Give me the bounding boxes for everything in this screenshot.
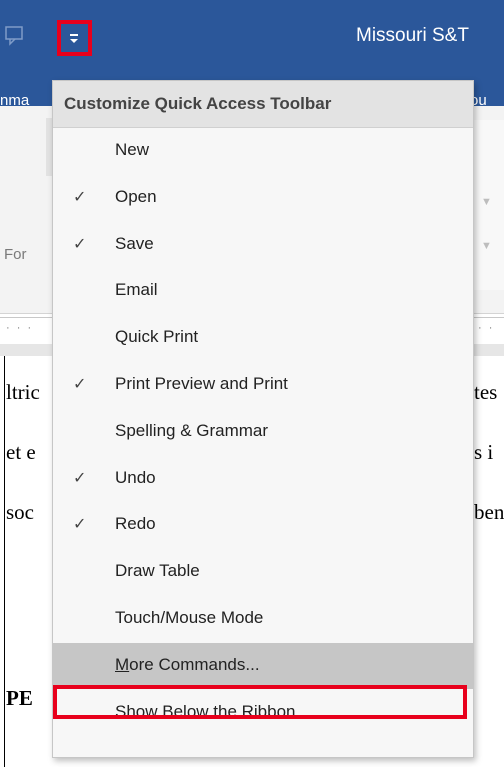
menu-header-label: Customize Quick Access Toolbar [64,94,332,113]
menu-item-new[interactable]: New [53,128,473,174]
checkmark-icon: ✓ [73,236,87,253]
menu-item-label: More Commands... [115,655,260,674]
document-text-line: ben [474,500,504,524]
document-heading-fragment: PE [6,686,33,710]
checkmark-icon: ✓ [73,189,87,206]
menu-item-label: Undo [115,468,156,487]
menu-item-label: Save [115,234,154,253]
menu-item-touch-mouse-mode[interactable]: Touch/Mouse Mode [53,596,473,642]
customize-qat-menu: Customize Quick Access Toolbar New ✓ Open ✓… [52,80,474,758]
menu-item-label: Print Preview and Print [115,374,288,393]
document-text-line: soc [6,500,34,524]
menu-item-label: Touch/Mouse Mode [115,608,264,627]
menu-item-save[interactable]: ✓ Save [53,222,473,268]
document-text-line: tes [474,380,498,404]
highlight-annotation-more-commands [53,685,467,719]
menu-item-label: Draw Table [115,561,200,580]
menu-item-redo[interactable]: ✓ Redo [53,502,473,548]
checkmark-icon: ✓ [73,470,87,487]
ruler-ticks: · · [478,322,495,334]
menu-item-label: Spelling & Grammar [115,421,269,440]
dropdown-arrow-icon [70,34,78,43]
menu-item-draw-table[interactable]: Draw Table [53,549,473,595]
checkmark-icon: ✓ [73,376,87,393]
ruler-ticks: · · · [6,322,34,334]
window-title: Missouri S&T [356,25,469,46]
menu-item-print-preview-and-print[interactable]: ✓ Print Preview and Print [53,362,473,408]
menu-item-label: Quick Print [115,327,199,346]
touch-mode-icon[interactable] [4,24,26,46]
chevron-down-icon[interactable]: ▼ [481,240,492,252]
document-text-line: et e [6,440,36,464]
menu-item-undo[interactable]: ✓ Undo [53,456,473,502]
menu-item-quick-print[interactable]: Quick Print [53,315,473,361]
menu-item-label: Redo [115,514,156,533]
menu-item-label: New [115,140,150,159]
menu-item-label: Email [115,280,158,299]
ribbon-label-fragment: For [4,246,27,263]
menu-item-email[interactable]: Email [53,268,473,314]
chevron-down-icon[interactable]: ▼ [481,196,492,208]
page-edge [4,356,5,767]
checkmark-icon: ✓ [73,516,87,533]
menu-item-open[interactable]: ✓ Open [53,175,473,221]
document-text-line: s i [474,440,494,464]
document-text-line: ltric [6,380,40,404]
customize-quick-access-toolbar-button[interactable] [57,20,92,56]
menu-item-more-commands[interactable]: More Commands... [53,643,473,689]
menu-item-label: Open [115,187,157,206]
menu-item-spelling-grammar[interactable]: Spelling & Grammar [53,409,473,455]
menu-header: Customize Quick Access Toolbar [53,81,473,128]
